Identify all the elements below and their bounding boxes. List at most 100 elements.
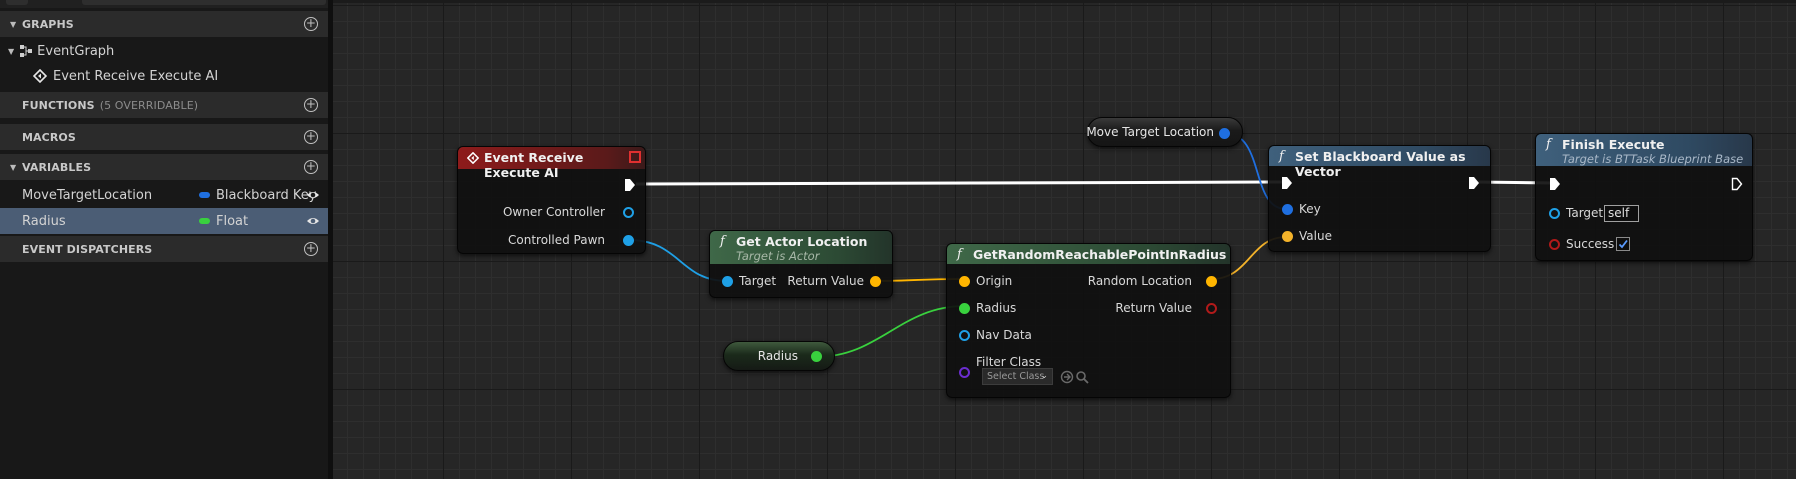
graph-item-eventgraph[interactable]: ▼ EventGraph	[0, 38, 328, 64]
panel-search-box[interactable]	[82, 0, 326, 5]
pin-label-value: Value	[1299, 229, 1332, 243]
add-dispatcher-icon[interactable]: +	[304, 242, 318, 256]
node-get-random-reachable-point[interactable]: f GetRandomReachablePointInRadius Origin…	[946, 243, 1231, 398]
exec-in-pin-icon[interactable]	[1281, 176, 1293, 190]
node-header[interactable]: f GetRandomReachablePointInRadius	[947, 244, 1230, 264]
section-dispatchers-label: EVENT DISPATCHERS	[22, 242, 153, 256]
node-title: GetRandomReachablePointInRadius	[973, 247, 1227, 262]
key-pin-icon[interactable]	[1282, 204, 1293, 215]
return-value-pin-icon[interactable]	[870, 276, 881, 287]
add-graph-icon[interactable]: +	[304, 17, 318, 31]
success-checkbox[interactable]	[1616, 237, 1630, 251]
variable-name: Radius	[22, 213, 66, 229]
nav-data-pin-icon[interactable]	[959, 330, 970, 341]
expand-arrow-icon[interactable]: ▼	[8, 47, 14, 56]
node-title: Event Receive Execute AI	[484, 150, 584, 180]
node-finish-execute[interactable]: f Finish Execute Target is BTTask Bluepr…	[1535, 133, 1753, 261]
graph-item-label: Event Receive Execute AI	[53, 68, 219, 84]
section-macros[interactable]: MACROS +	[0, 124, 328, 150]
radius-pin-icon[interactable]	[959, 303, 970, 314]
pin-label-filter-class: Filter Class	[976, 355, 1042, 369]
panel-toolbar	[0, 0, 328, 8]
pin-label-nav-data: Nav Data	[976, 328, 1032, 342]
pin-label-radius: Radius	[976, 301, 1017, 315]
variable-type-label: Blackboard Key	[216, 187, 317, 203]
variable-row-movetargetlocation[interactable]: MoveTargetLocation Blackboard Key	[0, 182, 328, 208]
event-icon	[33, 69, 47, 83]
target-pin-icon[interactable]	[722, 276, 733, 287]
variable-row-radius[interactable]: Radius Float	[0, 208, 328, 234]
pin-label-random-location: Random Location	[1087, 274, 1192, 288]
node-event-receive-execute-ai[interactable]: Event Receive Execute AI Owner Controlle…	[457, 146, 646, 254]
node-radius-getter[interactable]: Radius	[723, 341, 835, 371]
move-target-out-pin-icon[interactable]	[1219, 128, 1230, 139]
target-pin-icon[interactable]	[1549, 208, 1560, 219]
checkmark-icon	[1618, 239, 1628, 249]
exec-out-pin-icon[interactable]	[1731, 177, 1743, 191]
node-get-actor-location[interactable]: f Get Actor Location Target is Actor Tar…	[709, 230, 893, 298]
radius-out-pin-icon[interactable]	[811, 351, 822, 362]
section-macros-label: MACROS	[22, 130, 76, 144]
node-title: Set Blackboard Value as Vector	[1295, 149, 1466, 179]
section-event-dispatchers[interactable]: EVENT DISPATCHERS +	[0, 236, 328, 262]
use-selected-icon[interactable]	[1060, 370, 1074, 384]
graph-item-label: EventGraph	[37, 43, 115, 59]
origin-pin-icon[interactable]	[959, 276, 970, 287]
visibility-eye-icon[interactable]	[306, 214, 320, 228]
variable-getter-label: Radius	[757, 349, 798, 363]
exec-out-pin-icon[interactable]	[624, 178, 636, 192]
collapse-arrow-icon[interactable]: ▼	[10, 163, 18, 172]
panel-toolbar-button[interactable]	[6, 0, 28, 5]
random-location-pin-icon[interactable]	[1206, 276, 1217, 287]
node-title: Finish Execute	[1562, 137, 1665, 152]
overridable-count: (5 OVERRIDABLE)	[99, 98, 199, 112]
node-subtitle: Target is BTTask Blueprint Base	[1562, 152, 1744, 166]
pin-label-return-value: Return Value	[1115, 301, 1192, 315]
pin-label-owner-controller: Owner Controller	[502, 205, 605, 219]
pin-label-target: Target	[1566, 206, 1604, 220]
node-set-blackboard-value-as-vector[interactable]: f Set Blackboard Value as Vector Key Val…	[1268, 145, 1491, 252]
variable-type-pill-icon	[199, 218, 210, 224]
collapse-arrow-icon[interactable]: ▼	[10, 20, 18, 29]
pin-label-key: Key	[1299, 202, 1321, 216]
graph-item-event-receive-execute-ai[interactable]: Event Receive Execute AI	[0, 63, 328, 89]
section-functions[interactable]: FUNCTIONS (5 OVERRIDABLE) +	[0, 92, 328, 118]
function-icon: f	[957, 247, 962, 262]
select-class-dropdown[interactable]: Select Class ⌄	[982, 368, 1053, 385]
success-pin-icon[interactable]	[1549, 239, 1560, 250]
node-header[interactable]: Event Receive Execute AI	[458, 147, 645, 180]
exec-in-pin-icon[interactable]	[1549, 177, 1561, 191]
visibility-eye-icon[interactable]	[306, 188, 320, 202]
pin-label-origin: Origin	[976, 274, 1013, 288]
event-icon	[467, 152, 479, 164]
section-graphs[interactable]: ▼ GRAPHS +	[0, 11, 328, 37]
variable-type-pill-icon	[199, 192, 210, 198]
owner-controller-pin-icon[interactable]	[623, 207, 634, 218]
section-graphs-label: GRAPHS	[22, 17, 74, 31]
variable-type[interactable]: Float	[199, 208, 248, 234]
node-move-target-location-getter[interactable]: Move Target Location	[1086, 117, 1243, 147]
pin-label-controlled-pawn: Controlled Pawn	[508, 233, 605, 247]
add-variable-icon[interactable]: +	[304, 160, 318, 174]
node-title: Get Actor Location	[736, 234, 868, 249]
section-variables[interactable]: ▼ VARIABLES +	[0, 154, 328, 180]
graph-icon	[20, 45, 33, 57]
pin-label-return-value: Return Value	[787, 274, 864, 288]
browse-search-icon[interactable]	[1075, 370, 1089, 384]
value-pin-icon[interactable]	[1282, 231, 1293, 242]
section-variables-label: VARIABLES	[22, 160, 92, 174]
exec-out-pin-icon[interactable]	[1468, 176, 1480, 190]
target-self-field[interactable]: self	[1604, 205, 1639, 222]
delegate-pin-icon[interactable]	[629, 151, 641, 163]
return-value-bool-pin-icon[interactable]	[1206, 303, 1217, 314]
chevron-down-icon: ⌄	[1040, 371, 1048, 381]
pin-label-success: Success	[1566, 237, 1615, 251]
variable-type[interactable]: Blackboard Key	[199, 182, 316, 208]
filter-class-pin-icon[interactable]	[959, 367, 970, 378]
node-header[interactable]: f Finish Execute Target is BTTask Bluepr…	[1536, 134, 1752, 166]
add-function-icon[interactable]: +	[304, 98, 318, 112]
controlled-pawn-pin-icon[interactable]	[623, 235, 634, 246]
node-header[interactable]: f Get Actor Location Target is Actor	[710, 231, 892, 264]
node-header[interactable]: f Set Blackboard Value as Vector	[1269, 146, 1490, 179]
add-macro-icon[interactable]: +	[304, 130, 318, 144]
